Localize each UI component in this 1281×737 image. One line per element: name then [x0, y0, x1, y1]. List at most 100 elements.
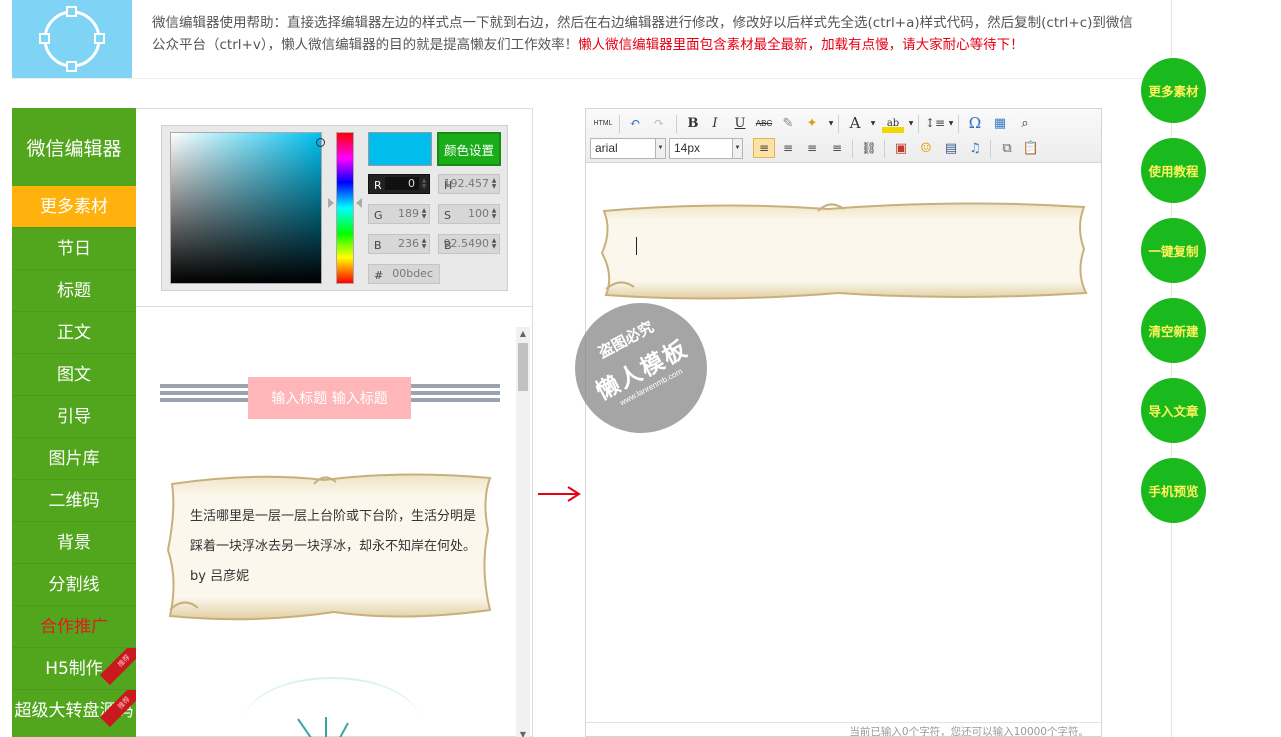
- loading-warning: 懒人微信编辑器里面包含素材最全最新，加载有点慢，请大家耐心等待下！: [578, 37, 1024, 53]
- watermark-text: 盗图必究 懒人模板 www.lanrenmb.com: [575, 303, 707, 433]
- red-field[interactable]: R 0 ▲ ▼: [368, 174, 430, 194]
- style-panel: 颜色设置 R 0 ▲ ▼ H 192.457 ▲ ▼ G 189 ▲ ▼ S 100 …: [136, 108, 533, 737]
- hue-arrow-left-icon: [328, 198, 334, 208]
- editor-content-scroll[interactable]: [598, 197, 1090, 301]
- nav-item-body[interactable]: 正文: [12, 312, 136, 354]
- toolbar-separator: [990, 140, 991, 158]
- copy-format-icon[interactable]: ⧉: [996, 138, 1018, 158]
- find-replace-icon[interactable]: ⌕: [1014, 113, 1036, 133]
- paper-scroll-image: [600, 202, 1088, 300]
- nav-title: 微信编辑器: [26, 137, 122, 160]
- scroll-thumb[interactable]: [518, 343, 528, 391]
- underline-icon[interactable]: U: [729, 113, 751, 133]
- field-value: 00bdec: [392, 267, 433, 280]
- music-icon[interactable]: ♫: [964, 138, 986, 158]
- nav-item-qrcode[interactable]: 二维码: [12, 480, 136, 522]
- field-label: S: [444, 209, 451, 222]
- dropdown-caret-icon[interactable]: ▼: [862, 113, 884, 133]
- nav-item-image-text[interactable]: 图文: [12, 354, 136, 396]
- redo-icon[interactable]: ↷: [648, 113, 670, 133]
- nav-item-background[interactable]: 背景: [12, 522, 136, 564]
- field-label: #: [374, 269, 384, 282]
- strikethrough-icon[interactable]: ABC: [753, 113, 775, 133]
- style-list: 输入标题 输入标题 生活哪里是一层一层上台阶或下台阶，生活分明是踩着一块浮冰去另…: [136, 306, 532, 737]
- nav-item-label: 分割线: [48, 574, 100, 595]
- image-icon[interactable]: ▣: [890, 138, 912, 158]
- nav-item-image-library[interactable]: 图片库: [12, 438, 136, 480]
- blue-field[interactable]: B 236 ▲ ▼: [368, 234, 430, 254]
- text-caret: [636, 237, 637, 255]
- spinner-icon[interactable]: ▲ ▼: [491, 238, 497, 250]
- spinner-icon[interactable]: ▲ ▼: [421, 178, 427, 190]
- font-size-select[interactable]: 14px ▼: [669, 138, 743, 159]
- color-settings-button[interactable]: 颜色设置: [437, 132, 501, 166]
- table-icon[interactable]: ▦: [989, 113, 1011, 133]
- nav-item-more-materials[interactable]: 更多素材: [12, 186, 136, 228]
- nav-item-guide[interactable]: 引导: [12, 396, 136, 438]
- align-right-icon[interactable]: ≡: [801, 138, 823, 158]
- nav-item-label: 合作推广: [40, 616, 108, 637]
- brightness-field[interactable]: B 92.5490 ▲ ▼: [438, 234, 500, 254]
- green-field[interactable]: G 189 ▲ ▼: [368, 204, 430, 224]
- nav-item-partnership[interactable]: 合作推广: [12, 606, 136, 648]
- nav-item-label: 背景: [57, 532, 91, 553]
- clear-new-button[interactable]: 清空新建: [1141, 298, 1206, 363]
- hex-field[interactable]: # 00bdec: [368, 264, 440, 284]
- special-char-icon[interactable]: Ω: [964, 113, 986, 133]
- saturation-value-area[interactable]: [170, 132, 325, 284]
- header-divider: [12, 78, 1160, 79]
- bold-icon[interactable]: B: [682, 113, 704, 133]
- dropdown-arrow-icon: ▼: [655, 139, 665, 158]
- title-style-sample[interactable]: 输入标题 输入标题: [160, 377, 500, 419]
- eraser-icon[interactable]: ✎: [777, 113, 799, 133]
- nav-item-h5[interactable]: H5制作 推荐: [12, 648, 136, 690]
- more-materials-button[interactable]: 更多素材: [1141, 58, 1206, 123]
- color-cursor[interactable]: [316, 138, 325, 147]
- align-justify-icon[interactable]: ≡: [826, 138, 848, 158]
- mobile-preview-button[interactable]: 手机预览: [1141, 458, 1206, 523]
- hue-arrow-right-icon: [356, 198, 362, 208]
- saturation-field[interactable]: S 100 ▲ ▼: [438, 204, 500, 224]
- recommend-ribbon: 推荐: [99, 648, 136, 686]
- link-icon[interactable]: ⛓: [858, 138, 880, 158]
- spinner-icon[interactable]: ▲ ▼: [421, 238, 427, 250]
- logo-circle-icon: [39, 6, 105, 72]
- tutorial-button[interactable]: 使用教程: [1141, 138, 1206, 203]
- nav-item-divider[interactable]: 分割线: [12, 564, 136, 606]
- watermark-badge: 盗图必究 懒人模板 www.lanrenmb.com: [575, 303, 707, 433]
- toolbar-separator: [918, 115, 919, 133]
- nav-item-label: 标题: [57, 280, 91, 301]
- nav-item-label: H5制作: [45, 658, 103, 679]
- font-family-select[interactable]: arial ▼: [590, 138, 666, 159]
- emoji-icon[interactable]: ☺: [915, 138, 937, 158]
- scroll-sample-text: 生活哪里是一层一层上台阶或下台阶，生活分明是踩着一块浮冰去另一块浮冰，却永不知岸…: [190, 509, 477, 584]
- hue-field[interactable]: H 192.457 ▲ ▼: [438, 174, 500, 194]
- nav-item-wheel-source[interactable]: 超级大转盘源码 推荐: [12, 690, 136, 737]
- scroll-up-icon[interactable]: ▲: [516, 329, 530, 338]
- spinner-icon[interactable]: ▲ ▼: [491, 178, 497, 190]
- field-label: G: [374, 209, 383, 222]
- italic-icon[interactable]: I: [704, 113, 726, 133]
- nav-item-title[interactable]: 标题: [12, 270, 136, 312]
- hue-slider[interactable]: [336, 132, 354, 284]
- field-value: 192.457: [443, 177, 490, 190]
- video-icon[interactable]: ▤: [940, 138, 962, 158]
- toolbar-separator: [676, 115, 677, 133]
- import-article-button[interactable]: 导入文章: [1141, 378, 1206, 443]
- undo-icon[interactable]: ↶: [624, 113, 646, 133]
- scroll-down-icon[interactable]: ▼: [516, 730, 530, 737]
- nav-item-festival[interactable]: 节日: [12, 228, 136, 270]
- align-left-icon[interactable]: ≡: [753, 138, 775, 158]
- logo[interactable]: [12, 0, 132, 78]
- align-center-icon[interactable]: ≡: [777, 138, 799, 158]
- nav-item-label: 图文: [57, 364, 91, 385]
- paste-icon[interactable]: 📋: [1020, 138, 1042, 158]
- style-list-scrollbar[interactable]: ▲ ▼: [516, 327, 530, 737]
- spinner-icon[interactable]: ▲ ▼: [491, 208, 497, 220]
- nav-item-label: 图片库: [48, 448, 100, 469]
- toolbar-separator: [958, 115, 959, 133]
- scroll-style-sample[interactable]: 生活哪里是一层一层上台阶或下台阶，生活分明是踩着一块浮冰去另一块浮冰，却永不知岸…: [164, 470, 496, 624]
- html-source-button[interactable]: HTML: [590, 113, 616, 133]
- copy-all-button[interactable]: 一键复制: [1141, 218, 1206, 283]
- spinner-icon[interactable]: ▲ ▼: [421, 208, 427, 220]
